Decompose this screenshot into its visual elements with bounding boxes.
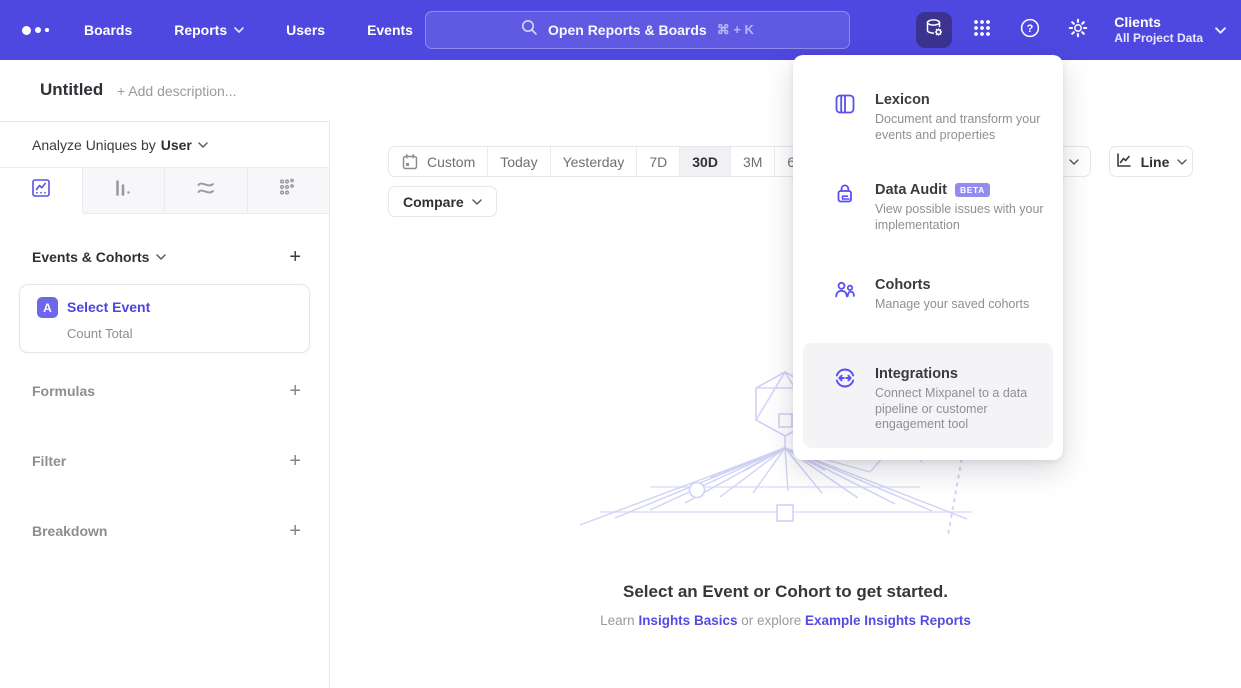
settings-button[interactable]	[1060, 12, 1096, 48]
chevron-down-icon	[1177, 159, 1187, 165]
tab-flow-chart[interactable]	[164, 168, 247, 213]
menu-item-lexicon[interactable]: Lexicon Document and transform your even…	[793, 91, 1063, 143]
nav-events[interactable]: Events	[367, 22, 413, 38]
chart-type-dropdown[interactable]: Line	[1109, 146, 1193, 177]
date-range-custom[interactable]: Custom	[389, 147, 487, 176]
add-filter-button[interactable]: +	[289, 451, 301, 471]
date-range-yesterday[interactable]: Yesterday	[550, 147, 637, 176]
chevron-down-icon	[234, 27, 244, 33]
menu-item-cohorts[interactable]: Cohorts Manage your saved cohorts	[793, 276, 1063, 313]
date-range-control: Custom Today Yesterday 7D 30D 3M 6M	[388, 146, 820, 177]
nav-users[interactable]: Users	[286, 22, 325, 38]
gear-icon	[1067, 17, 1089, 44]
events-cohorts-row: Events & Cohorts +	[32, 240, 301, 274]
search-icon	[521, 19, 538, 41]
event-card[interactable]: A Select Event Count Total	[19, 284, 310, 353]
events-cohorts-toggle[interactable]: Events & Cohorts	[32, 249, 166, 265]
calendar-icon	[401, 153, 419, 171]
search-placeholder: Open Reports & Boards	[548, 22, 707, 38]
mixpanel-logo-icon[interactable]	[22, 26, 56, 35]
analyze-by-dropdown[interactable]: User	[161, 137, 208, 153]
filter-header: Filter	[32, 453, 66, 469]
add-breakdown-button[interactable]: +	[289, 521, 301, 541]
compare-button[interactable]: Compare	[388, 186, 497, 217]
report-title[interactable]: Untitled	[40, 80, 103, 100]
add-formula-button[interactable]: +	[289, 381, 301, 401]
chevron-down-icon	[472, 199, 482, 205]
breakdown-row: Breakdown +	[32, 514, 301, 548]
data-audit-icon	[833, 182, 857, 206]
database-gear-icon	[923, 17, 945, 44]
date-range-3m[interactable]: 3M	[730, 147, 774, 176]
data-management-menu: Lexicon Document and transform your even…	[793, 55, 1063, 460]
help-button[interactable]: ?	[1012, 12, 1048, 48]
formulas-header: Formulas	[32, 383, 95, 399]
analyze-uniques-row: Analyze Uniques by User	[0, 122, 329, 168]
analyze-label: Analyze Uniques by	[32, 137, 156, 153]
menu-item-description: Document and transform your events and p…	[875, 112, 1043, 143]
event-badge: A	[37, 297, 58, 318]
add-description-field[interactable]: + Add description...	[117, 83, 236, 99]
breakdown-header: Breakdown	[32, 523, 107, 539]
chevron-down-icon	[1069, 159, 1079, 165]
menu-item-integrations[interactable]: Integrations Connect Mixpanel to a data …	[803, 343, 1053, 448]
date-range-30d[interactable]: 30D	[679, 147, 730, 176]
formulas-row: Formulas +	[32, 374, 301, 408]
primary-nav: Boards Reports Users Events	[84, 22, 413, 38]
filter-row: Filter +	[32, 444, 301, 478]
top-navigation-bar: Boards Reports Users Events Open Reports…	[0, 0, 1241, 60]
help-icon: ?	[1019, 17, 1041, 44]
menu-item-description: Manage your saved cohorts	[875, 297, 1029, 313]
menu-item-title: Cohorts	[875, 276, 1029, 294]
menu-item-data-audit[interactable]: Data Audit BETA View possible issues wit…	[793, 181, 1063, 233]
nav-reports[interactable]: Reports	[174, 22, 244, 38]
chart-type-tabs	[0, 168, 329, 214]
empty-state-subtitle: Learn Insights Basics or explore Example…	[330, 613, 1241, 628]
line-icon	[1115, 151, 1133, 172]
line-chart-icon	[30, 177, 52, 204]
tab-metric-grid[interactable]	[247, 168, 330, 213]
example-reports-link[interactable]: Example Insights Reports	[805, 613, 971, 628]
project-switcher[interactable]: Clients All Project Data	[1114, 14, 1225, 46]
select-event-label[interactable]: Select Event	[67, 299, 150, 315]
count-total-label[interactable]: Count Total	[67, 326, 133, 341]
subtitle-middle: or explore	[737, 613, 805, 628]
dot-grid-icon	[277, 177, 299, 204]
date-range-today[interactable]: Today	[487, 147, 549, 176]
menu-item-integrations-content: Integrations Connect Mixpanel to a data …	[803, 365, 1053, 433]
org-name: Clients	[1114, 14, 1203, 31]
svg-text:?: ?	[1027, 23, 1034, 35]
topbar-actions: ? Clients All Project Data	[916, 0, 1225, 60]
beta-badge: BETA	[955, 183, 990, 197]
apps-grid-button[interactable]	[964, 12, 1000, 48]
menu-item-title: Data Audit	[875, 181, 947, 199]
subtitle-prefix: Learn	[600, 613, 638, 628]
empty-state-title: Select an Event or Cohort to get started…	[330, 582, 1241, 602]
grid-icon	[971, 17, 993, 44]
insights-basics-link[interactable]: Insights Basics	[638, 613, 737, 628]
menu-item-title: Lexicon	[875, 91, 1043, 109]
flow-icon	[195, 177, 217, 204]
add-event-button[interactable]: +	[289, 247, 301, 267]
cohorts-icon	[833, 277, 857, 301]
date-range-7d[interactable]: 7D	[636, 147, 679, 176]
tab-line-chart[interactable]	[0, 168, 82, 214]
nav-boards[interactable]: Boards	[84, 22, 132, 38]
chevron-down-icon	[198, 142, 208, 148]
project-name: All Project Data	[1114, 31, 1203, 46]
menu-item-title: Integrations	[875, 365, 1053, 383]
search-shortcut: ⌘ + K	[717, 22, 754, 38]
menu-item-description: Connect Mixpanel to a data pipeline or c…	[875, 386, 1053, 433]
query-builder-sidebar: Analyze Uniques by User Events & Cohorts…	[0, 121, 330, 688]
chevron-down-icon	[156, 254, 166, 260]
bar-chart-icon	[112, 177, 134, 204]
integrations-icon	[833, 366, 857, 390]
chevron-down-icon	[1215, 27, 1225, 33]
tab-bar-chart[interactable]	[82, 168, 165, 213]
search-input[interactable]: Open Reports & Boards ⌘ + K	[425, 11, 850, 49]
lexicon-icon	[833, 92, 857, 116]
menu-item-description: View possible issues with your implement…	[875, 202, 1067, 233]
data-management-button[interactable]	[916, 12, 952, 48]
report-canvas: Custom Today Yesterday 7D 30D 3M 6M Comp…	[330, 121, 1241, 688]
